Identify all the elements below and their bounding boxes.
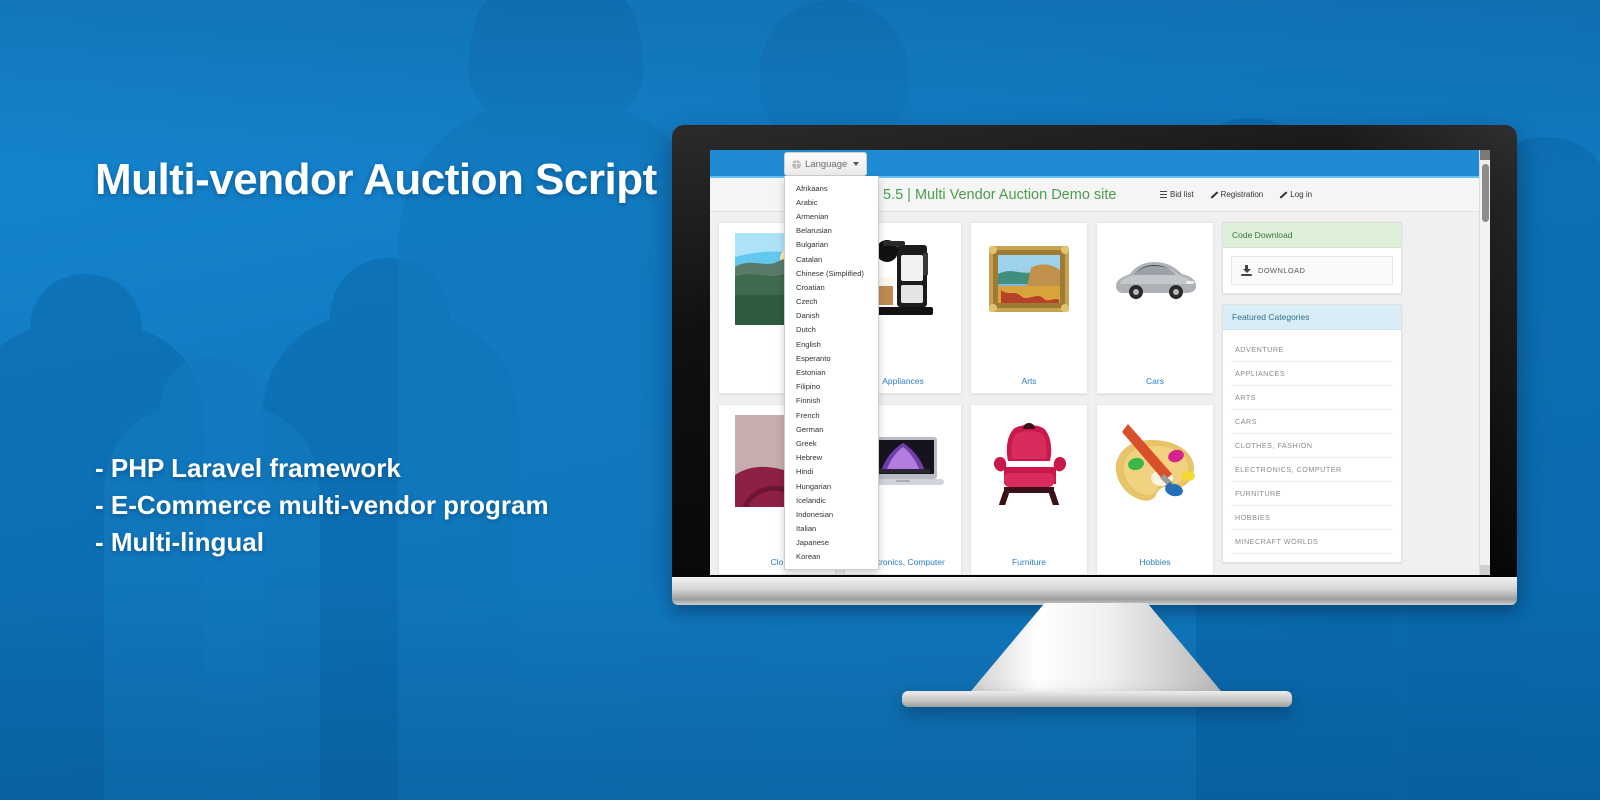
download-button-label: DOWNLOAD [1258, 266, 1306, 275]
language-option[interactable]: French [785, 408, 878, 422]
monitor-neck [672, 577, 1517, 605]
language-option[interactable]: Filipino [785, 380, 878, 394]
language-option[interactable]: Hungarian [785, 479, 878, 493]
code-download-title: Code Download [1223, 223, 1401, 248]
nav-link-label: Bid list [1170, 190, 1194, 199]
site-navbar: Language [710, 150, 1490, 178]
list-item[interactable]: HOBBIES [1231, 506, 1393, 530]
site-title: 5.5 | Multi Vendor Auction Demo site [883, 186, 1117, 203]
language-option[interactable]: English [785, 337, 878, 351]
feature-item: - Multi-lingual [95, 527, 264, 557]
scrollbar-thumb[interactable] [1482, 164, 1489, 222]
code-download-panel: Code Download DOWNLOAD [1222, 222, 1402, 294]
chevron-down-icon [853, 162, 860, 166]
feature-item: - PHP Laravel framework [95, 453, 401, 483]
feature-item: - E-Commerce multi-vendor program [95, 490, 549, 520]
list-item[interactable]: MINECRAFT WORLDS [1231, 530, 1393, 554]
paint-palette-icon [1112, 413, 1198, 509]
category-card-arts[interactable]: Arts [970, 222, 1088, 394]
browser-viewport: Language 5.5 | Multi Vendor Auction Demo… [710, 150, 1490, 575]
category-label: Furniture [1011, 557, 1046, 567]
scrollbar-down-button[interactable] [1480, 565, 1490, 575]
list-icon [1160, 191, 1167, 198]
language-option[interactable]: Hebrew [785, 451, 878, 465]
category-label: Cars [1146, 375, 1164, 386]
list-item[interactable]: ELECTRONICS, COMPUTER [1231, 458, 1393, 482]
category-card-hobbies[interactable]: Hobbies [1096, 403, 1214, 575]
sidebar: Code Download DOWNLOAD Featured Categori… [1222, 222, 1402, 575]
language-option[interactable]: Estonian [785, 365, 878, 379]
vertical-scrollbar[interactable] [1479, 150, 1490, 575]
globe-icon [792, 159, 801, 169]
language-option[interactable]: Greek [785, 436, 878, 450]
feature-list: - PHP Laravel framework - E-Commerce mul… [95, 450, 549, 561]
language-option[interactable]: German [785, 422, 878, 436]
header-nav-links: Bid list Registration Log in [1160, 190, 1312, 199]
monitor-stand [961, 603, 1231, 703]
language-option[interactable]: Korean [785, 550, 878, 564]
download-button[interactable]: DOWNLOAD [1231, 256, 1393, 285]
monitor-mockup: Language 5.5 | Multi Vendor Auction Demo… [672, 125, 1517, 707]
language-option[interactable]: Chinese (Simplified) [785, 266, 878, 280]
language-option[interactable]: Esperanto [785, 351, 878, 365]
language-option[interactable]: Armenian [785, 209, 878, 223]
monitor-stand-base [902, 691, 1292, 707]
featured-categories-panel: Featured Categories ADVENTURE APPLIANCES… [1222, 304, 1402, 563]
language-option[interactable]: Dutch [785, 323, 878, 337]
nav-link-label: Registration [1220, 190, 1264, 199]
language-dropdown-menu[interactable]: Afrikaans Arabic Armenian Belarusian Bulgari… [784, 176, 879, 571]
language-option[interactable]: Arabic [785, 195, 878, 209]
category-label: Hobbies [1139, 557, 1171, 567]
list-item[interactable]: FURNITURE [1231, 482, 1393, 506]
list-item[interactable]: CARS [1231, 410, 1393, 434]
category-label: Clo [770, 557, 784, 567]
silver-sedan-icon [1112, 231, 1198, 327]
scrollbar-up-button[interactable] [1480, 150, 1490, 160]
language-option[interactable]: Hindi [785, 465, 878, 479]
language-option[interactable]: Belarusian [785, 224, 878, 238]
language-option[interactable]: Icelandic [785, 493, 878, 507]
language-option[interactable]: Finnish [785, 394, 878, 408]
list-item[interactable]: APPLIANCES [1231, 362, 1393, 386]
language-option[interactable]: Italian [785, 522, 878, 536]
framed-painting-icon [986, 231, 1072, 327]
language-option[interactable]: Indonesian [785, 507, 878, 521]
language-option[interactable]: Croatian [785, 280, 878, 294]
nav-link-bid-list[interactable]: Bid list [1160, 190, 1194, 199]
language-option[interactable]: Japanese [785, 536, 878, 550]
category-label: Appliances [882, 375, 924, 386]
featured-categories-title: Featured Categories [1223, 305, 1401, 330]
language-option[interactable]: Czech [785, 295, 878, 309]
code-download-body: DOWNLOAD [1223, 248, 1401, 293]
list-item[interactable]: CLOTHES, FASHION [1231, 434, 1393, 458]
language-option[interactable]: Bulgarian [785, 238, 878, 252]
category-card-furniture[interactable]: Furniture [970, 403, 1088, 575]
page-title: Multi-vendor Auction Script [95, 155, 657, 204]
nav-link-registration[interactable]: Registration [1210, 190, 1264, 199]
pencil-icon [1210, 191, 1218, 199]
category-label: Arts [1021, 375, 1037, 386]
language-option[interactable]: Danish [785, 309, 878, 323]
language-option[interactable]: Afrikaans [785, 181, 878, 195]
category-column-3: Cars Hobbies [1096, 222, 1214, 575]
language-dropdown-button[interactable]: Language [784, 152, 868, 176]
featured-categories-body: ADVENTURE APPLIANCES ARTS CARS CLOTHES, … [1223, 330, 1401, 562]
armchair-icon [986, 413, 1072, 509]
nav-link-label: Log in [1290, 190, 1313, 199]
language-button-label: Language [805, 158, 848, 170]
download-icon [1241, 265, 1252, 276]
category-card-cars[interactable]: Cars [1096, 222, 1214, 394]
pencil-icon [1279, 191, 1287, 199]
featured-categories-list: ADVENTURE APPLIANCES ARTS CARS CLOTHES, … [1231, 338, 1393, 554]
category-column-2: Arts Furniture [970, 222, 1088, 575]
list-item[interactable]: ADVENTURE [1231, 338, 1393, 362]
nav-link-log-in[interactable]: Log in [1279, 190, 1312, 199]
language-option[interactable]: Catalan [785, 252, 878, 266]
list-item[interactable]: ARTS [1231, 386, 1393, 410]
